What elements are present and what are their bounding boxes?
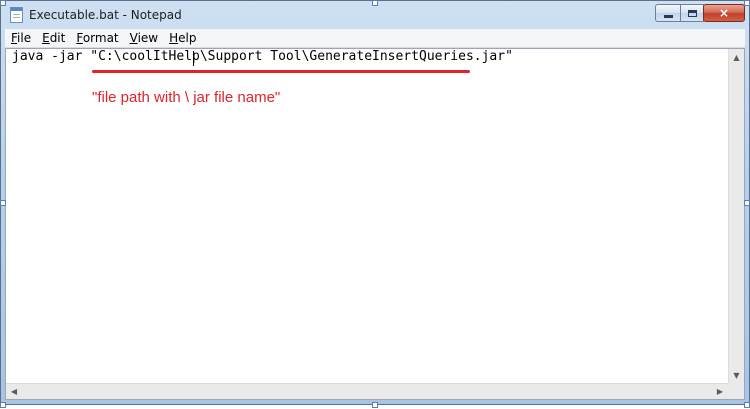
- minimize-icon: [663, 14, 673, 18]
- resize-handle[interactable]: [0, 200, 6, 206]
- text-caret: [193, 51, 194, 66]
- resize-handle[interactable]: [744, 200, 750, 206]
- menu-help[interactable]: Help: [163, 29, 201, 47]
- notepad-window: Executable.bat - Notepad × File Edit For…: [0, 0, 750, 405]
- horizontal-scrollbar[interactable]: ◀ ▶: [6, 383, 728, 399]
- menu-help-rest: elp: [178, 31, 197, 45]
- red-underline-annotation: [92, 70, 470, 73]
- menu-file[interactable]: File: [5, 29, 36, 47]
- resize-handle[interactable]: [744, 0, 750, 6]
- scroll-right-icon[interactable]: ▶: [712, 384, 728, 399]
- notepad-icon: [10, 7, 23, 23]
- menu-bar: File Edit Format View Help: [5, 29, 745, 48]
- menu-file-rest: ile: [17, 31, 32, 45]
- minimize-button[interactable]: [655, 4, 681, 22]
- menu-view[interactable]: View: [124, 29, 163, 47]
- text-editor[interactable]: java -jar "C:\coolItHelp\Support Tool\Ge…: [5, 48, 745, 400]
- menu-format-rest: ormat: [82, 31, 119, 45]
- resize-handle[interactable]: [372, 0, 378, 6]
- maximize-icon: [687, 9, 697, 17]
- vertical-scrollbar[interactable]: ▲ ▼: [728, 49, 744, 383]
- resize-handle[interactable]: [372, 402, 378, 408]
- scroll-down-icon[interactable]: ▼: [729, 367, 744, 383]
- menu-edit-rest: dit: [49, 31, 66, 45]
- menu-edit-accesskey: E: [42, 31, 50, 45]
- scroll-up-icon[interactable]: ▲: [729, 49, 744, 65]
- resize-handle[interactable]: [0, 402, 6, 408]
- window-title: Executable.bat - Notepad: [29, 8, 182, 22]
- maximize-button[interactable]: [680, 4, 704, 22]
- menu-edit[interactable]: Edit: [36, 29, 70, 47]
- menu-format[interactable]: Format: [70, 29, 123, 47]
- menu-help-accesskey: H: [169, 31, 179, 45]
- close-icon: ×: [718, 6, 730, 20]
- menu-view-accesskey: V: [129, 31, 138, 45]
- scroll-left-icon[interactable]: ◀: [6, 384, 22, 399]
- resize-handle[interactable]: [0, 0, 6, 6]
- resize-handle[interactable]: [744, 402, 750, 408]
- scrollbar-corner: [728, 383, 744, 399]
- close-button[interactable]: ×: [703, 4, 745, 22]
- editor-text-line[interactable]: java -jar "C:\coolItHelp\Support Tool\Ge…: [12, 49, 513, 64]
- annotation-text: "file path with \ jar file name": [92, 89, 281, 106]
- menu-view-rest: iew: [137, 31, 159, 45]
